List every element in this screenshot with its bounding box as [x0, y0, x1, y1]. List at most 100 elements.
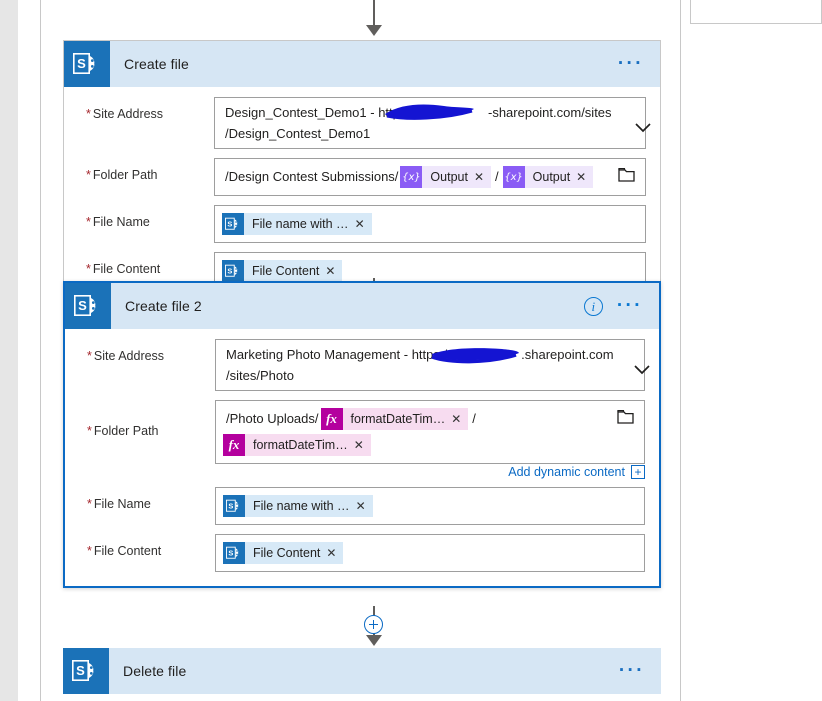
action-card-create-file-2[interactable]: S Create file 2 i ··· * Site Address Mar…: [63, 281, 661, 588]
add-dynamic-content-plus-icon[interactable]: +: [631, 465, 645, 479]
action-card-create-file[interactable]: S Create file ··· * Site Address Design_…: [63, 40, 661, 305]
field-label-site-address: * Site Address: [64, 97, 214, 121]
flow-canvas: S Create file ··· * Site Address Design_…: [41, 0, 680, 701]
expression-icon: {x}: [502, 166, 525, 188]
token-label: Output: [430, 170, 468, 184]
site-address-dropdown[interactable]: Design_Contest_Demo1 - https: -sharepoint…: [214, 97, 651, 149]
token-label: Output: [532, 170, 571, 184]
token-output-2[interactable]: {x} Output ✕: [502, 166, 594, 188]
svg-text:S: S: [228, 502, 233, 511]
token-format-date-time-1[interactable]: fx formatDateTim… ✕: [320, 408, 469, 430]
add-dynamic-content-row: Add dynamic content +: [65, 462, 659, 479]
insert-step-button[interactable]: [364, 615, 383, 634]
sharepoint-icon: S: [64, 41, 110, 87]
token-label: File Content: [253, 546, 321, 560]
label-text: Site Address: [92, 107, 164, 121]
folder-path-prefix: /Photo Uploads/: [226, 411, 319, 426]
remove-token-icon[interactable]: ✕: [325, 260, 342, 282]
field-label-folder-path: * Folder Path: [65, 400, 215, 438]
card-body-create-file-2: * Site Address Marketing Photo Management…: [65, 329, 659, 586]
label-text: Folder Path: [93, 424, 159, 438]
remove-token-icon[interactable]: ✕: [451, 408, 468, 430]
sharepoint-icon: S: [223, 495, 245, 517]
sharepoint-icon: S: [222, 213, 244, 235]
required-marker: *: [87, 349, 92, 363]
site-address-value: Marketing Photo Management - https:/ .sha…: [222, 344, 614, 386]
remove-token-icon[interactable]: ✕: [474, 166, 491, 188]
card-header-create-file[interactable]: S Create file ···: [64, 41, 660, 87]
field-row-file-name: * File Name S File name with … ✕: [64, 205, 660, 243]
label-text: File Name: [93, 497, 151, 511]
folder-path-input[interactable]: /Photo Uploads/ fx formatDateTim… ✕ / fx…: [215, 400, 645, 464]
field-label-site-address: * Site Address: [65, 339, 215, 363]
connector-create-file-2-to-delete-file: [363, 606, 385, 650]
remove-token-icon[interactable]: ✕: [355, 213, 372, 235]
left-gutter: [0, 0, 18, 701]
required-marker: *: [86, 168, 91, 182]
sharepoint-icon: S: [65, 283, 111, 329]
token-output-1[interactable]: {x} Output ✕: [400, 166, 492, 188]
add-dynamic-content-link[interactable]: Add dynamic content: [508, 465, 625, 479]
card-header-actions: i ···: [583, 296, 659, 316]
remove-token-icon[interactable]: ✕: [326, 542, 343, 564]
token-format-date-time-2[interactable]: fx formatDateTim… ✕: [223, 434, 371, 456]
field-label-folder-path: * Folder Path: [64, 158, 214, 182]
remove-token-icon[interactable]: ✕: [576, 166, 593, 188]
folder-icon[interactable]: [617, 409, 634, 427]
site-address-value-tail: .sharepoint.com: [521, 347, 614, 362]
svg-text:S: S: [227, 220, 232, 229]
svg-text:S: S: [228, 549, 233, 558]
file-content-input[interactable]: S File Content ✕: [215, 534, 645, 572]
site-address-value-tail: -sharepoint.com/sites: [487, 105, 612, 120]
overflow-menu-button[interactable]: ···: [619, 661, 645, 680]
field-label-file-content: * File Content: [65, 534, 215, 558]
field-row-file-content: * File Content S File Content ✕: [65, 534, 659, 572]
folder-path-input[interactable]: /Design Contest Submissions/ {x} Output …: [214, 158, 646, 196]
card-header-create-file-2[interactable]: S Create file 2 i ···: [65, 283, 659, 329]
card-header-actions: ···: [618, 54, 660, 73]
token-label: File name with …: [253, 499, 350, 513]
required-marker: *: [87, 497, 92, 511]
folder-path-prefix: /Design Contest Submissions/: [225, 169, 399, 184]
field-row-file-name: * File Name S File name with … ✕: [65, 487, 659, 525]
label-text: File Content: [93, 544, 162, 558]
info-icon[interactable]: i: [583, 296, 603, 316]
connector-above-create-file: [363, 0, 385, 40]
field-label-file-name: * File Name: [65, 487, 215, 511]
svg-text:S: S: [76, 663, 85, 678]
site-address-dropdown[interactable]: Marketing Photo Management - https:/ .sha…: [215, 339, 650, 391]
remove-token-icon[interactable]: ✕: [354, 434, 371, 456]
required-marker: *: [87, 544, 92, 558]
function-icon: fx: [223, 434, 245, 456]
overflow-menu-button[interactable]: ···: [618, 54, 644, 73]
site-address-value-line2: /sites/Photo: [226, 368, 294, 383]
token-file-content[interactable]: S File Content ✕: [222, 260, 343, 282]
remove-token-icon[interactable]: ✕: [356, 495, 373, 517]
token-file-content[interactable]: S File Content ✕: [223, 542, 344, 564]
card-title: Create file 2: [125, 298, 202, 314]
site-address-value: Design_Contest_Demo1 - https: -sharepoint…: [221, 102, 612, 144]
required-marker: *: [87, 424, 92, 438]
token-label: formatDateTim…: [253, 438, 348, 452]
field-row-site-address: * Site Address Design_Contest_Demo1 - htt…: [64, 97, 660, 149]
site-address-value-head: Design_Contest_Demo1 - https:: [225, 105, 410, 120]
sharepoint-icon: S: [222, 260, 244, 282]
field-row-site-address: * Site Address Marketing Photo Management…: [65, 339, 659, 391]
required-marker: *: [86, 215, 91, 229]
label-text: Site Address: [93, 349, 165, 363]
token-file-name[interactable]: S File name with … ✕: [222, 213, 372, 235]
card-header-delete-file[interactable]: S Delete file ···: [63, 648, 661, 694]
token-file-name[interactable]: S File name with … ✕: [223, 495, 373, 517]
field-label-file-content: * File Content: [64, 252, 214, 276]
folder-icon[interactable]: [618, 167, 635, 185]
overflow-menu-button[interactable]: ···: [617, 296, 643, 315]
canvas-right-divider: [680, 0, 681, 701]
right-side-panel: [690, 0, 822, 24]
card-title: Create file: [124, 56, 189, 72]
action-card-delete-file[interactable]: S Delete file ···: [63, 648, 661, 694]
function-icon: fx: [320, 408, 343, 430]
folder-path-separator: /: [495, 169, 499, 184]
label-text: File Content: [92, 262, 161, 276]
file-name-input[interactable]: S File name with … ✕: [215, 487, 645, 525]
file-name-input[interactable]: S File name with … ✕: [214, 205, 646, 243]
